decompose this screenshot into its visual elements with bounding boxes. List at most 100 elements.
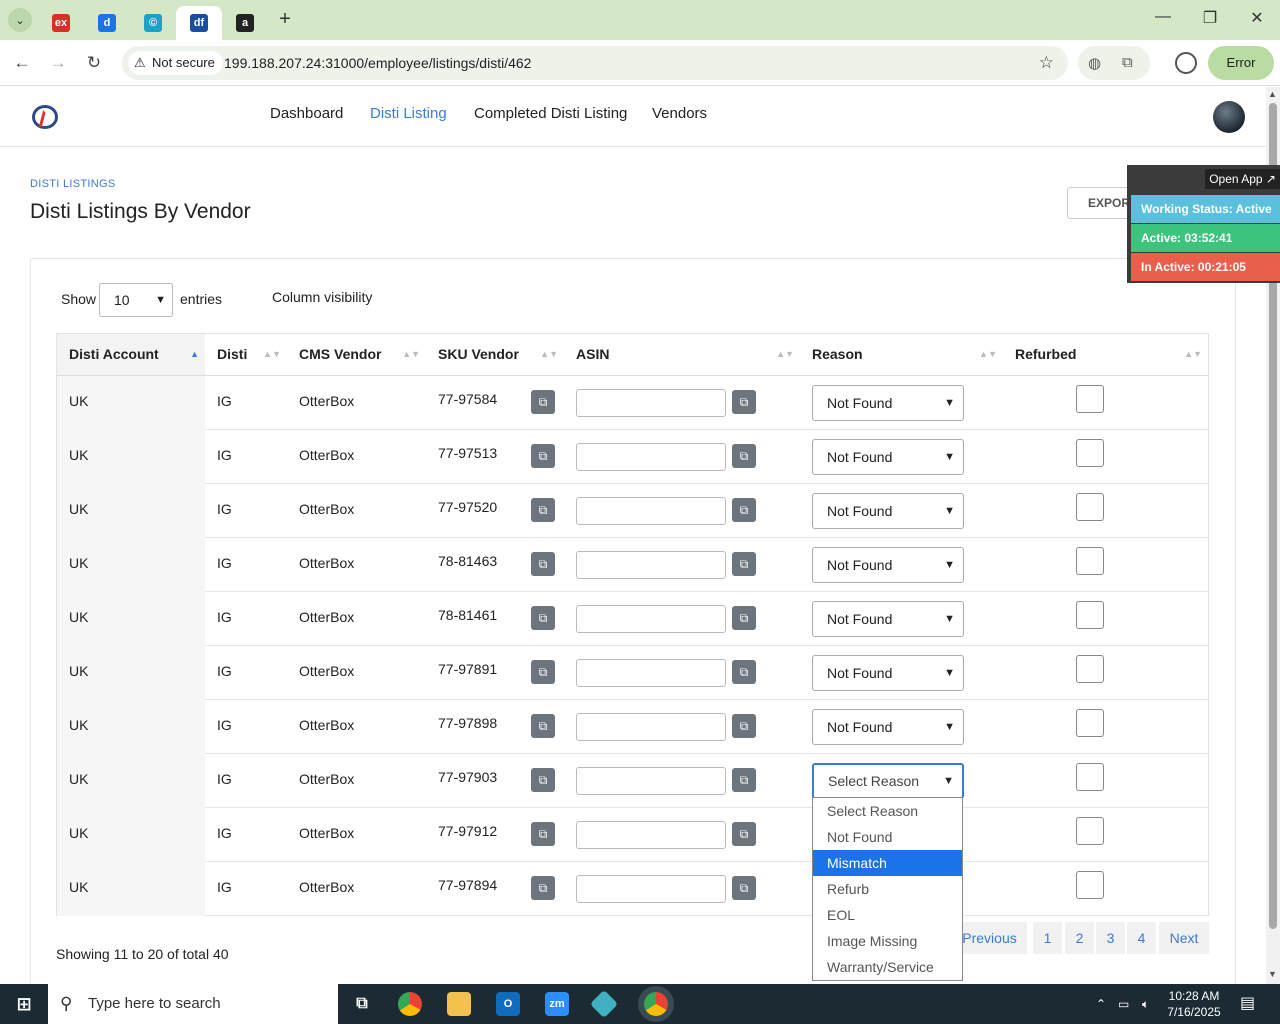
asin-input[interactable] — [576, 875, 726, 903]
tray-chevron-icon[interactable]: ⌃ — [1096, 984, 1106, 1024]
copy-sku-icon[interactable]: ⧉ — [531, 876, 555, 900]
forward-icon[interactable]: → — [47, 52, 69, 74]
pagination-page-3[interactable]: 3 — [1096, 922, 1125, 954]
globe-icon[interactable]: ◍ — [1088, 54, 1101, 72]
asin-input[interactable] — [576, 497, 726, 525]
chrome-icon[interactable] — [398, 992, 422, 1016]
refurbed-checkbox[interactable] — [1076, 385, 1104, 413]
pagination-page-2[interactable]: 2 — [1065, 922, 1094, 954]
refurbed-checkbox[interactable] — [1076, 439, 1104, 467]
copy-asin-icon[interactable]: ⧉ — [732, 660, 756, 684]
minimize-icon[interactable]: — — [1152, 8, 1174, 30]
browser-tab[interactable]: © — [130, 6, 176, 40]
pagination-next[interactable]: Next — [1159, 922, 1209, 954]
zoom-icon[interactable]: zm — [545, 992, 569, 1016]
th-disti[interactable]: Disti ▲▼ — [205, 334, 287, 376]
back-icon[interactable]: ← — [11, 52, 33, 74]
th-reason[interactable]: Reason ▲▼ — [800, 334, 1003, 376]
th-disti-account[interactable]: Disti Account ▲ — [57, 334, 205, 376]
chrome-active-icon[interactable] — [644, 992, 668, 1016]
reason-option[interactable]: EOL — [813, 902, 962, 928]
reason-option[interactable]: Refurb — [813, 876, 962, 902]
reason-select[interactable]: Not Found ▼ — [812, 709, 964, 745]
copy-sku-icon[interactable]: ⧉ — [531, 768, 555, 792]
nav-disti-listing[interactable]: Disti Listing — [370, 105, 447, 122]
error-button[interactable]: Error — [1208, 46, 1274, 80]
refurbed-checkbox[interactable] — [1076, 547, 1104, 575]
asin-input[interactable] — [576, 767, 726, 795]
asin-input[interactable] — [576, 389, 726, 417]
refurbed-checkbox[interactable] — [1076, 817, 1104, 845]
copy-sku-icon[interactable]: ⧉ — [531, 498, 555, 522]
pagination-page-1[interactable]: 1 — [1033, 922, 1062, 954]
copy-asin-icon[interactable]: ⧉ — [732, 876, 756, 900]
browser-tab[interactable]: ex — [38, 6, 84, 40]
outlook-icon[interactable]: O — [496, 992, 520, 1016]
asin-input[interactable] — [576, 551, 726, 579]
asin-input[interactable] — [576, 821, 726, 849]
open-app-button[interactable]: Open App ↗ — [1205, 169, 1280, 189]
reason-option[interactable]: Mismatch — [813, 850, 962, 876]
avatar[interactable] — [1213, 101, 1245, 133]
copy-asin-icon[interactable]: ⧉ — [732, 822, 756, 846]
asin-input[interactable] — [576, 713, 726, 741]
url-text[interactable]: 199.188.207.24:31000/employee/listings/d… — [224, 46, 531, 80]
reason-option[interactable]: Select Reason — [813, 798, 962, 824]
asin-input[interactable] — [576, 443, 726, 471]
copy-asin-icon[interactable]: ⧉ — [732, 768, 756, 792]
pagination-page-4[interactable]: 4 — [1127, 922, 1156, 954]
refurbed-checkbox[interactable] — [1076, 601, 1104, 629]
close-icon[interactable]: ✕ — [1246, 8, 1268, 30]
browser-tab[interactable]: d — [84, 6, 130, 40]
reason-option[interactable]: Image Missing — [813, 928, 962, 954]
nav-completed-disti-listing[interactable]: Completed Disti Listing — [474, 105, 627, 122]
copy-sku-icon[interactable]: ⧉ — [531, 714, 555, 738]
refurbed-checkbox[interactable] — [1076, 655, 1104, 683]
restore-icon[interactable]: ❐ — [1199, 8, 1221, 30]
entries-select[interactable]: 10 ▼ — [99, 283, 173, 317]
copy-sku-icon[interactable]: ⧉ — [531, 552, 555, 576]
reason-select[interactable]: Not Found ▼ — [812, 493, 964, 529]
asin-input[interactable] — [576, 659, 726, 687]
scroll-down-icon[interactable]: ▼ — [1268, 969, 1277, 979]
copy-asin-icon[interactable]: ⧉ — [732, 552, 756, 576]
reason-select[interactable]: Not Found ▼ — [812, 655, 964, 691]
volume-icon[interactable]: 🔈︎ — [1142, 984, 1149, 1024]
reason-select[interactable]: Not Found ▼ — [812, 385, 964, 421]
tab-search-icon[interactable]: ⌄ — [8, 8, 32, 32]
app-diamond-icon[interactable] — [589, 989, 619, 1019]
scroll-up-icon[interactable]: ▲ — [1268, 89, 1277, 99]
copy-sku-icon[interactable]: ⧉ — [531, 660, 555, 684]
reload-icon[interactable]: ↻ — [83, 52, 105, 74]
th-cms-vendor[interactable]: CMS Vendor ▲▼ — [287, 334, 426, 376]
browser-tab[interactable]: df — [176, 6, 222, 40]
app-logo[interactable] — [32, 105, 58, 129]
extensions-puzzle-icon[interactable]: ⧉ — [1122, 54, 1133, 71]
th-sku-vendor[interactable]: SKU Vendor ▲▼ — [426, 334, 564, 376]
refurbed-checkbox[interactable] — [1076, 709, 1104, 737]
new-tab-icon[interactable]: + — [274, 8, 296, 30]
column-visibility-button[interactable]: Column visibility — [272, 289, 372, 305]
windows-start-icon[interactable]: ⊞ — [12, 992, 36, 1016]
bookmark-star-icon[interactable]: ☆ — [1039, 46, 1054, 80]
pagination-previous[interactable]: Previous — [952, 922, 1027, 954]
system-clock[interactable]: 10:28 AM 7/16/2025 — [1164, 988, 1224, 1020]
reason-option[interactable]: Not Found — [813, 824, 962, 850]
reason-option[interactable]: Warranty/Service — [813, 954, 962, 980]
profile-icon[interactable] — [1175, 52, 1197, 74]
copy-asin-icon[interactable]: ⧉ — [732, 390, 756, 414]
nav-vendors[interactable]: Vendors — [652, 105, 707, 122]
copy-asin-icon[interactable]: ⧉ — [732, 498, 756, 522]
copy-sku-icon[interactable]: ⧉ — [531, 390, 555, 414]
refurbed-checkbox[interactable] — [1076, 763, 1104, 791]
asin-input[interactable] — [576, 605, 726, 633]
file-explorer-icon[interactable] — [447, 992, 471, 1016]
notifications-icon[interactable]: ▤ — [1240, 984, 1255, 1024]
copy-sku-icon[interactable]: ⧉ — [531, 822, 555, 846]
copy-asin-icon[interactable]: ⧉ — [732, 444, 756, 468]
taskbar-search[interactable]: ⚲ Type here to search — [48, 984, 338, 1024]
reason-select[interactable]: Select Reason ▼ — [812, 763, 964, 799]
refurbed-checkbox[interactable] — [1076, 871, 1104, 899]
th-asin[interactable]: ASIN ▲▼ — [564, 334, 800, 376]
nav-dashboard[interactable]: Dashboard — [270, 105, 343, 122]
